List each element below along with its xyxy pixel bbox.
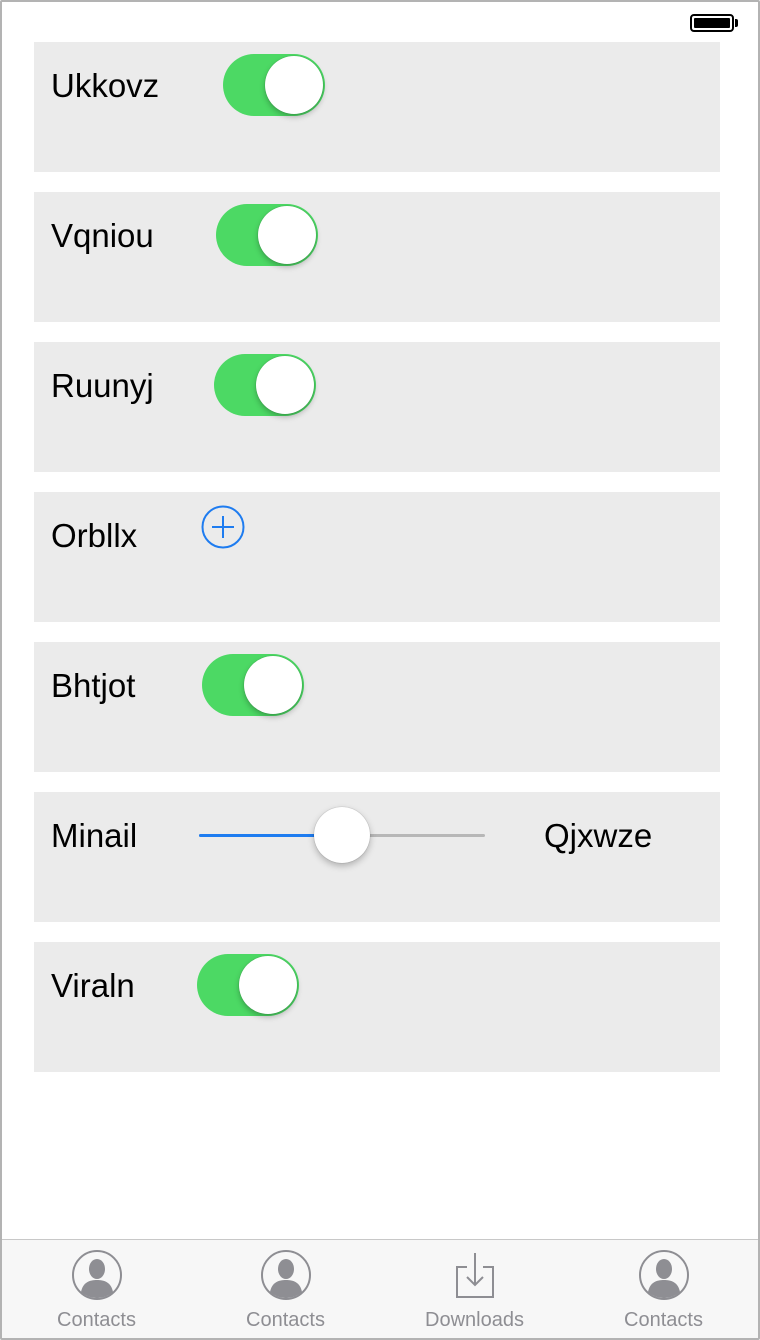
toggle-knob [256, 356, 314, 414]
tab-label: Downloads [425, 1309, 524, 1331]
toggle-knob [244, 656, 302, 714]
tab-label: Contacts [624, 1309, 703, 1331]
tab-label: Contacts [246, 1309, 325, 1331]
battery-tip [735, 19, 738, 27]
ukkovz-toggle[interactable] [223, 54, 325, 116]
battery-icon [690, 14, 734, 32]
row-label: Vqniou [51, 217, 154, 254]
tab-contacts-1[interactable]: Contacts [2, 1240, 191, 1338]
plus-circle-icon [201, 505, 245, 549]
settings-list: Ukkovz Vqniou Ruunyj Orbllx Bhtjot Minai… [34, 42, 720, 1092]
vqniou-toggle[interactable] [216, 204, 318, 266]
list-row-ruunyj: Ruunyj [34, 342, 720, 472]
add-button[interactable] [201, 505, 245, 549]
slider-value-label: Qjxwze [544, 817, 653, 854]
list-row-ukkovz: Ukkovz [34, 42, 720, 172]
slider-thumb[interactable] [314, 807, 370, 863]
row-label: Ruunyj [51, 367, 154, 404]
list-row-orbllx: Orbllx [34, 492, 720, 622]
row-label: Ukkovz [51, 67, 160, 104]
contact-icon [71, 1250, 122, 1300]
bhtjot-toggle[interactable] [202, 654, 304, 716]
tab-downloads[interactable]: Downloads [380, 1240, 569, 1338]
tab-bar: Contacts Contacts Downloads Contacts [2, 1239, 758, 1338]
toggle-knob [265, 56, 323, 114]
row-label: Orbllx [51, 517, 138, 554]
toggle-knob [258, 206, 316, 264]
tab-label: Contacts [57, 1309, 136, 1331]
list-row-minail: Minail Qjxwze [34, 792, 720, 922]
row-label: Bhtjot [51, 667, 136, 704]
contact-icon [638, 1250, 689, 1300]
viraln-toggle[interactable] [197, 954, 299, 1016]
tab-contacts-2[interactable]: Contacts [191, 1240, 380, 1338]
row-label: Viraln [51, 967, 135, 1004]
minail-slider[interactable] [199, 804, 485, 866]
contact-icon [260, 1250, 311, 1300]
toggle-knob [239, 956, 297, 1014]
download-icon [455, 1253, 494, 1298]
row-label: Minail [51, 817, 138, 854]
list-row-bhtjot: Bhtjot [34, 642, 720, 772]
tab-contacts-3[interactable]: Contacts [569, 1240, 758, 1338]
list-row-vqniou: Vqniou [34, 192, 720, 322]
ruunyj-toggle[interactable] [214, 354, 316, 416]
app-screen: Ukkovz Vqniou Ruunyj Orbllx Bhtjot Minai… [0, 0, 760, 1340]
list-row-viraln: Viraln [34, 942, 720, 1072]
